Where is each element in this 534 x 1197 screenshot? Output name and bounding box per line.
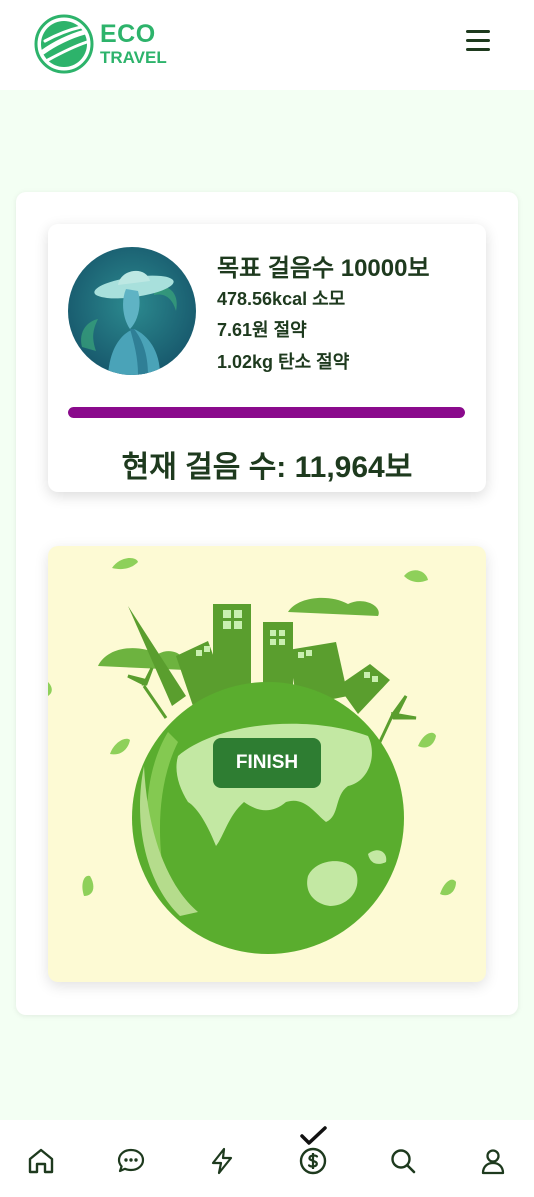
lightning-icon[interactable] [207, 1146, 237, 1176]
brand-line-1: ECO [100, 20, 156, 48]
brand-line-2: TRAVEL [100, 48, 167, 67]
checkmark-icon [300, 1126, 327, 1145]
goal-steps-title: 목표 걸음수 10000보 [217, 255, 430, 282]
chat-icon[interactable] [116, 1146, 146, 1176]
home-icon[interactable] [26, 1146, 56, 1176]
app-header: ECO TRAVEL [0, 0, 534, 90]
calories-burned: 478.56kcal 소모 [217, 289, 346, 309]
step-progress-bar [68, 407, 465, 418]
bottom-navigation [0, 1120, 534, 1197]
earth-illustration-card: FINISH [48, 546, 486, 982]
avatar [68, 247, 196, 375]
dollar-coin-icon [299, 1147, 327, 1175]
search-icon[interactable] [388, 1146, 418, 1176]
eco-logo-icon[interactable] [34, 14, 94, 74]
user-icon[interactable] [478, 1146, 508, 1176]
current-steps: 현재 걸음 수: 11,964보 [121, 451, 413, 484]
step-stats-card: 목표 걸음수 10000보 478.56kcal 소모 7.61원 절약 1.0… [48, 224, 486, 492]
finish-button[interactable]: FINISH [213, 738, 321, 788]
brand-name[interactable]: ECO TRAVEL [100, 20, 167, 67]
step-progress-fill [68, 407, 465, 418]
money-saved: 7.61원 절약 [217, 320, 307, 340]
hamburger-menu-icon[interactable] [466, 30, 496, 58]
dollar-nav-item[interactable] [296, 1126, 330, 1180]
carbon-saved: 1.02kg 탄소 절약 [217, 352, 350, 372]
